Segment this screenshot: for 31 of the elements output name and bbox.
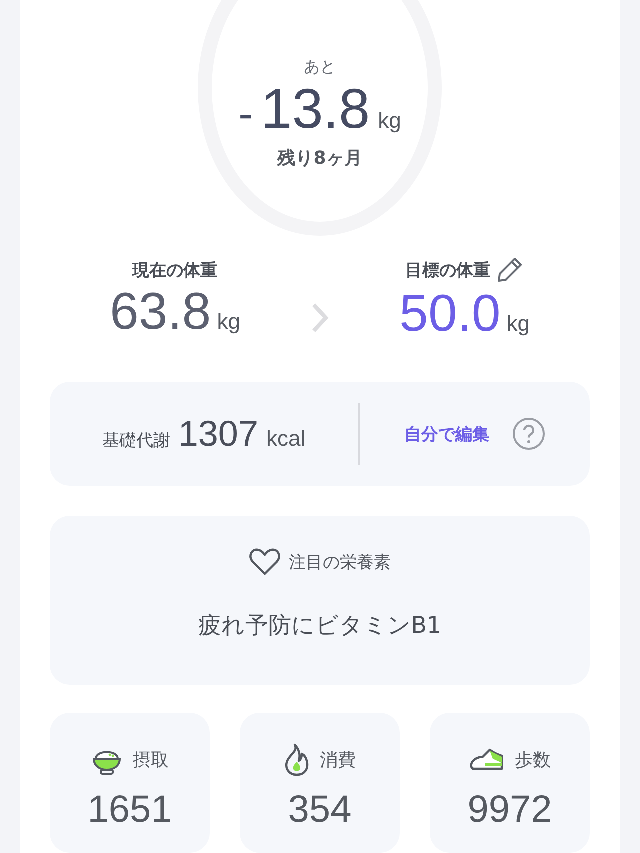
weight-unit: kg: [217, 308, 240, 334]
metabolism-unit: kcal: [266, 426, 306, 452]
weight-unit: kg: [378, 109, 402, 134]
remaining-sign: -: [238, 93, 254, 138]
stat-value: 9972: [468, 789, 552, 832]
stat-card[interactable]: 消費 354: [240, 713, 400, 853]
nutrient-label: 注目の栄養素: [289, 552, 391, 574]
stat-card[interactable]: 摂取 1651: [50, 713, 210, 853]
metabolism-label: 基礎代謝: [102, 430, 170, 452]
stat-label: 摂取: [133, 749, 169, 772]
stat-card[interactable]: 歩数 9972: [430, 713, 590, 853]
current-weight-label: 現在の体重: [132, 260, 218, 282]
stat-value: 354: [288, 789, 352, 832]
current-weight-value: 63.8: [110, 282, 212, 342]
weight-unit: kg: [506, 311, 530, 337]
remaining-weight: 13.8: [261, 78, 370, 140]
stat-label: 歩数: [515, 749, 551, 772]
stat-label: 消費: [320, 749, 356, 772]
metabolism-value: 1307: [178, 413, 258, 456]
remaining-label: あと: [304, 57, 336, 78]
target-weight-label: 目標の体重: [405, 260, 490, 282]
chevron-right-icon: [311, 302, 329, 334]
sneaker-icon: [469, 747, 505, 773]
edit-link[interactable]: 自分で編集: [404, 422, 490, 446]
heart-icon: [249, 548, 281, 576]
pencil-icon[interactable]: [496, 256, 524, 284]
stat-value: 1651: [88, 789, 172, 832]
nutrient-tip: 疲れ予防にビタミンB1: [198, 612, 442, 642]
remaining-period: 残り8ヶ月: [278, 147, 362, 170]
flame-icon: [284, 743, 310, 777]
target-weight-value: 50.0: [400, 284, 501, 344]
